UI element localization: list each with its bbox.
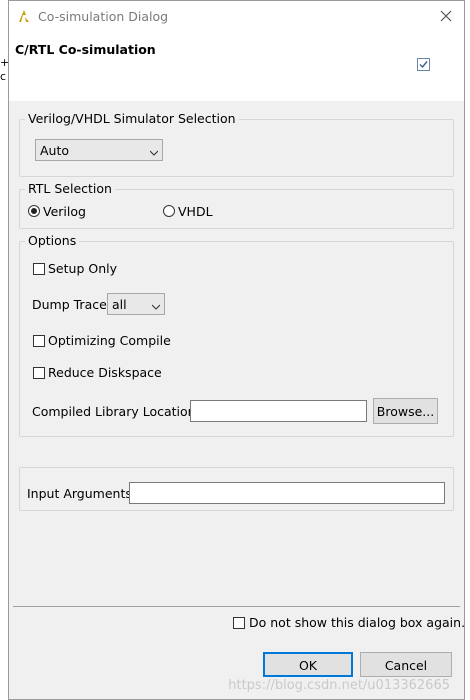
dont-show-checkbox[interactable] (233, 617, 245, 629)
close-icon[interactable] (440, 7, 452, 26)
optimizing-compile-checkbox[interactable] (33, 335, 45, 347)
radio-verilog[interactable] (28, 205, 40, 217)
setup-only-checkbox[interactable] (33, 263, 45, 275)
chevron-down-icon (151, 299, 161, 310)
dump-trace-select[interactable]: all (107, 293, 165, 315)
rtl-selection-label: RTL Selection (25, 181, 115, 196)
reduce-diskspace-label[interactable]: Reduce Diskspace (48, 365, 162, 380)
simulator-selection-label: Verilog/VHDL Simulator Selection (25, 111, 239, 126)
compiled-library-input[interactable] (190, 400, 367, 422)
reduce-diskspace-checkbox[interactable] (33, 367, 45, 379)
browse-button-label: Browse... (376, 404, 435, 419)
radio-vhdl[interactable] (163, 205, 175, 217)
checkbox-icon (417, 58, 430, 74)
dump-trace-label: Dump Trace (32, 297, 107, 312)
options-label: Options (25, 233, 80, 248)
header-title: C/RTL Co-simulation (15, 42, 156, 57)
cancel-button[interactable]: Cancel (360, 652, 452, 677)
ok-button[interactable]: OK (263, 652, 353, 677)
simulator-select-value: Auto (40, 143, 70, 158)
cancel-button-label: Cancel (384, 658, 428, 673)
simulator-select[interactable]: Auto (35, 139, 163, 161)
header-area: C/RTL Co-simulation (9, 33, 464, 101)
chevron-down-icon (149, 145, 159, 156)
setup-only-label[interactable]: Setup Only (48, 261, 117, 276)
dont-show-label[interactable]: Do not show this dialog box again. (249, 615, 465, 630)
ok-button-label: OK (298, 658, 318, 673)
background-fragment: c (0, 70, 7, 83)
input-arguments-input[interactable] (129, 482, 445, 504)
window-title: Co-simulation Dialog (38, 9, 169, 24)
radio-verilog-label[interactable]: Verilog (43, 204, 86, 219)
optimizing-compile-label[interactable]: Optimizing Compile (48, 333, 171, 348)
footer-separator (13, 606, 460, 607)
watermark: https://blog.csdn.net/u013362665 (228, 678, 450, 693)
title-bar: Co-simulation Dialog (9, 1, 464, 33)
browse-button[interactable]: Browse... (373, 398, 438, 424)
co-simulation-dialog: Co-simulation Dialog C/RTL Co-simulation… (8, 0, 465, 700)
compiled-library-label: Compiled Library Location (32, 404, 196, 419)
dump-trace-value: all (112, 297, 127, 312)
radio-vhdl-label[interactable]: VHDL (178, 204, 213, 219)
app-icon (17, 9, 31, 26)
input-arguments-label: Input Arguments (27, 486, 132, 501)
